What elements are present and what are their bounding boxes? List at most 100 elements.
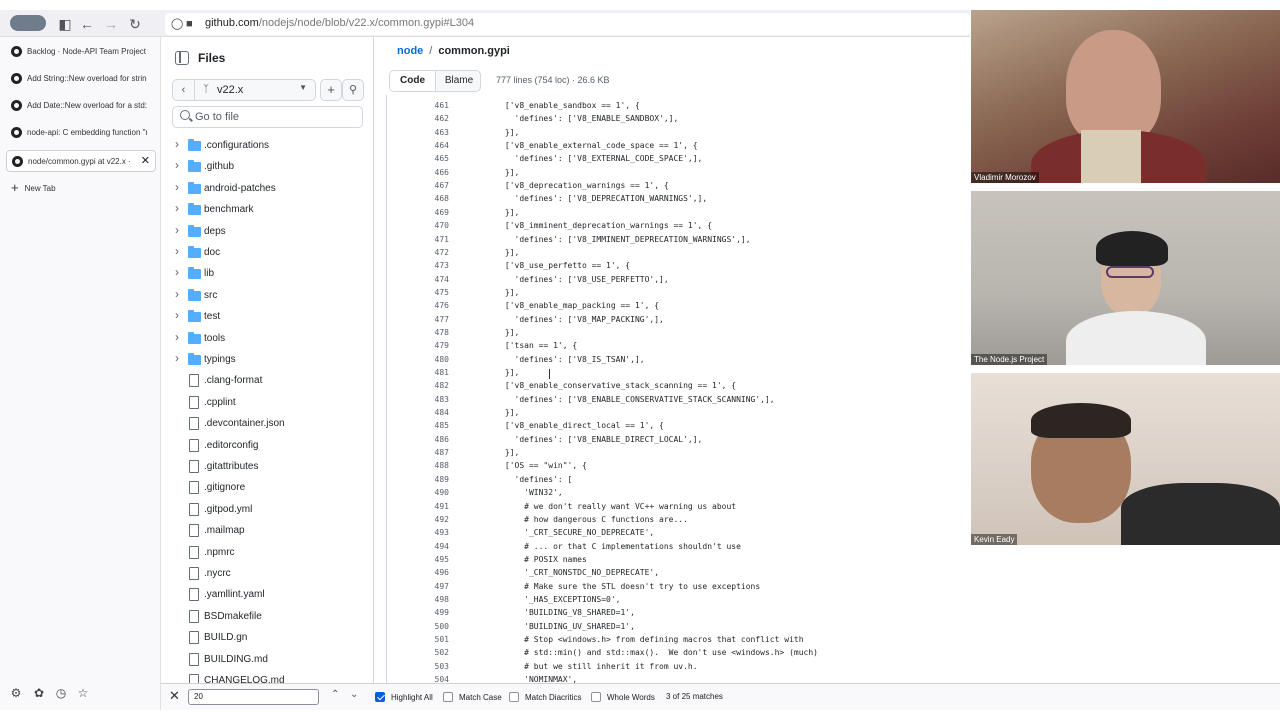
line-number[interactable]: 493 <box>387 526 449 539</box>
line-number[interactable]: 466 <box>387 166 449 179</box>
history-icon[interactable]: ◷ <box>53 685 69 701</box>
line-number[interactable]: 488 <box>387 459 449 472</box>
line-number[interactable]: 482 <box>387 379 449 392</box>
line-number[interactable]: 468 <box>387 192 449 205</box>
line-number[interactable]: 473 <box>387 259 449 272</box>
tree-file[interactable]: .gitattributes <box>161 457 373 478</box>
line-number[interactable]: 503 <box>387 660 449 673</box>
collapse-panel-icon[interactable] <box>175 51 189 65</box>
tab-code[interactable]: Code <box>390 71 436 91</box>
bookmark-icon[interactable]: ☆ <box>75 685 91 701</box>
line-number[interactable]: 465 <box>387 152 449 165</box>
tree-file[interactable]: .yamllint.yaml <box>161 585 373 606</box>
chevron-up-icon[interactable]: ⌃ <box>331 689 339 700</box>
chevron-right-icon[interactable]: › <box>175 308 179 322</box>
line-number[interactable]: 464 <box>387 139 449 152</box>
highlight-all-checkbox[interactable]: Highlight All <box>375 692 433 702</box>
tree-file[interactable]: .editorconfig <box>161 436 373 457</box>
line-number[interactable]: 490 <box>387 486 449 499</box>
tree-folder[interactable]: › android-patches <box>161 179 373 200</box>
line-number[interactable]: 462 <box>387 112 449 125</box>
chevron-right-icon[interactable]: › <box>175 158 179 172</box>
line-number[interactable]: 479 <box>387 339 449 352</box>
line-number[interactable]: 469 <box>387 206 449 219</box>
line-number[interactable]: 485 <box>387 419 449 432</box>
line-number[interactable]: 491 <box>387 500 449 513</box>
line-number[interactable]: 487 <box>387 446 449 459</box>
line-number[interactable]: 483 <box>387 393 449 406</box>
tree-folder[interactable]: › test <box>161 307 373 328</box>
tree-file[interactable]: BSDmakefile <box>161 607 373 628</box>
close-tab-icon[interactable]: ✕ <box>141 154 150 167</box>
whole-words-checkbox[interactable]: Whole Words <box>591 692 655 702</box>
tree-file[interactable]: .devcontainer.json <box>161 414 373 435</box>
chevron-right-icon[interactable]: › <box>175 180 179 194</box>
settings-icon[interactable]: ⚙ <box>8 685 24 701</box>
tree-folder[interactable]: › src <box>161 286 373 307</box>
chevron-right-icon[interactable]: › <box>175 330 179 344</box>
line-number[interactable]: 470 <box>387 219 449 232</box>
chevron-right-icon[interactable]: › <box>175 287 179 301</box>
line-number[interactable]: 477 <box>387 313 449 326</box>
chevron-right-icon[interactable]: › <box>175 201 179 215</box>
match-diacritics-checkbox[interactable]: Match Diacritics <box>509 692 581 702</box>
line-number[interactable]: 480 <box>387 353 449 366</box>
tree-file[interactable]: BUILD.gn <box>161 628 373 649</box>
tree-folder[interactable]: › doc <box>161 243 373 264</box>
breadcrumb-repo-link[interactable]: node <box>397 45 423 57</box>
tree-folder[interactable]: › lib <box>161 264 373 285</box>
add-file-button[interactable]: + <box>320 79 342 101</box>
search-button[interactable]: ⚲ <box>342 79 364 101</box>
tree-folder[interactable]: › .github <box>161 157 373 178</box>
tree-file[interactable]: .npmrc <box>161 543 373 564</box>
line-number[interactable]: 486 <box>387 433 449 446</box>
tree-file[interactable]: .nycrc <box>161 564 373 585</box>
chevron-right-icon[interactable]: › <box>175 137 179 151</box>
tab-item-active[interactable]: node/common.gypi at v22.x · nodejs/node ✕ <box>6 150 156 172</box>
chevron-down-icon[interactable]: ⌄ <box>350 689 358 700</box>
line-number[interactable]: 502 <box>387 646 449 659</box>
tree-folder[interactable]: › deps <box>161 222 373 243</box>
extensions-icon[interactable]: ✿ <box>31 685 47 701</box>
tree-file[interactable]: BUILDING.md <box>161 650 373 671</box>
go-to-file-input[interactable]: Go to file <box>172 106 363 128</box>
tree-file[interactable]: .clang-format <box>161 371 373 392</box>
url-bar[interactable]: ◯ ■ github.com/nodejs/node/blob/v22.x/co… <box>165 13 970 35</box>
new-tab-button[interactable]: + New Tab <box>11 180 56 195</box>
tree-file[interactable]: .gitignore <box>161 478 373 499</box>
line-number[interactable]: 492 <box>387 513 449 526</box>
tab-blame[interactable]: Blame <box>436 71 480 91</box>
forward-icon[interactable]: → <box>102 15 120 33</box>
line-number[interactable]: 504 <box>387 673 449 683</box>
tree-folder[interactable]: › typings <box>161 350 373 371</box>
line-number[interactable]: 501 <box>387 633 449 646</box>
tree-file[interactable]: .gitpod.yml <box>161 500 373 521</box>
line-number[interactable]: 495 <box>387 553 449 566</box>
line-number[interactable]: 467 <box>387 179 449 192</box>
line-number[interactable]: 484 <box>387 406 449 419</box>
line-number[interactable]: 472 <box>387 246 449 259</box>
match-case-checkbox[interactable]: Match Case <box>443 692 502 702</box>
chevron-right-icon[interactable]: › <box>175 265 179 279</box>
tab-item[interactable]: Add String::New overload for string_view <box>6 68 156 90</box>
tab-item[interactable]: Backlog · Node-API Team Project <box>6 41 156 63</box>
tab-item[interactable]: node-api: C embedding function "node... <box>6 122 156 144</box>
close-icon[interactable]: ✕ <box>169 688 180 704</box>
tree-folder[interactable]: › .configurations <box>161 136 373 157</box>
chevron-left-icon[interactable]: ‹ <box>173 80 195 100</box>
tree-folder[interactable]: › tools <box>161 329 373 350</box>
line-number[interactable]: 498 <box>387 593 449 606</box>
line-number[interactable]: 499 <box>387 606 449 619</box>
chevron-right-icon[interactable]: › <box>175 244 179 258</box>
line-number[interactable]: 489 <box>387 473 449 486</box>
branch-selector[interactable]: ‹ ᛉ v22.x ▼ <box>172 79 316 101</box>
line-number[interactable]: 476 <box>387 299 449 312</box>
sidebar-toggle-icon[interactable] <box>10 15 46 31</box>
line-number[interactable]: 500 <box>387 620 449 633</box>
line-number[interactable]: 496 <box>387 566 449 579</box>
line-number[interactable]: 474 <box>387 273 449 286</box>
find-input[interactable]: 20 <box>188 689 319 705</box>
sidebar-panel-icon[interactable]: ◧ <box>56 15 74 33</box>
chevron-right-icon[interactable]: › <box>175 223 179 237</box>
reload-icon[interactable]: ↻ <box>126 15 144 33</box>
